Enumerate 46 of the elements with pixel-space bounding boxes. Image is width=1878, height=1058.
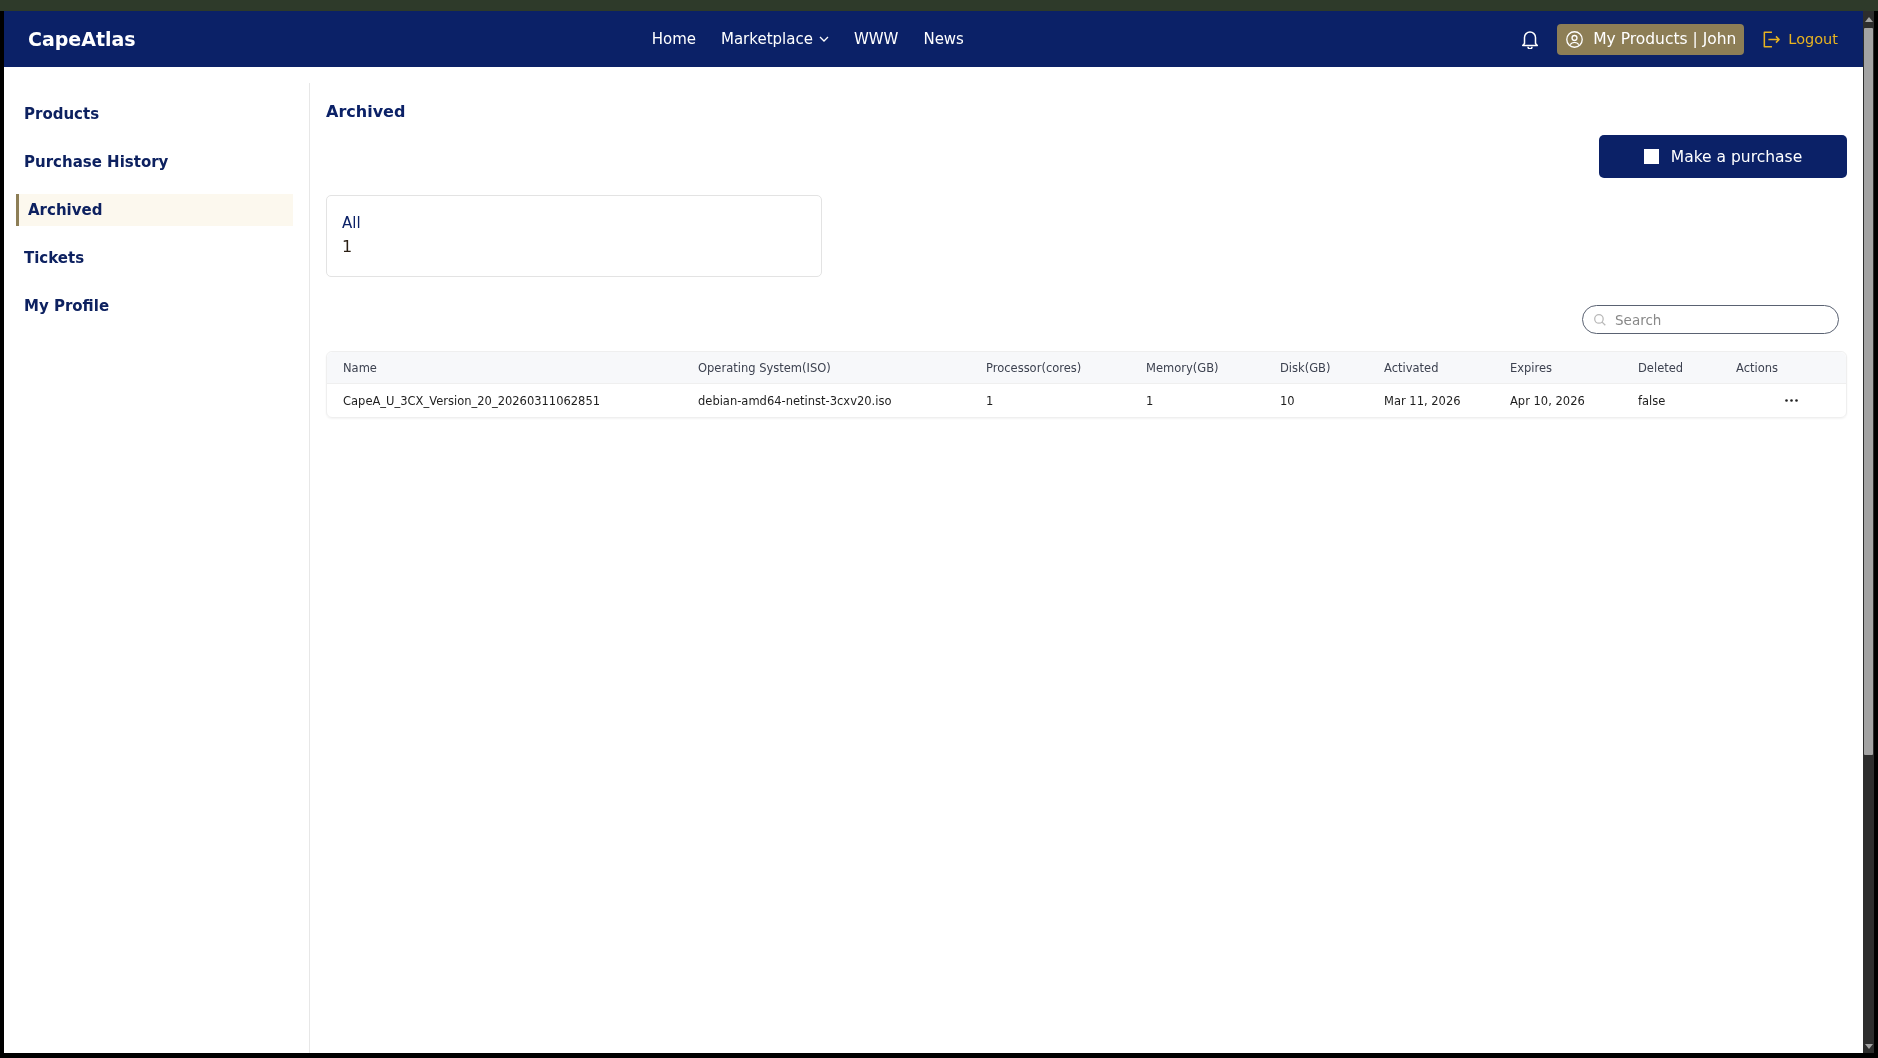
column-header: Disk(GB) bbox=[1280, 360, 1331, 375]
logout-link[interactable]: Logout bbox=[1763, 30, 1838, 48]
table-cell: CapeA_U_3CX_Version_20_20260311062851 bbox=[343, 393, 601, 408]
column-header: Actions bbox=[1736, 360, 1778, 375]
user-circle-icon bbox=[1566, 30, 1584, 48]
table-cell: false bbox=[1638, 393, 1666, 408]
table-cell: 1 bbox=[1146, 393, 1154, 408]
column-header: Processor(cores) bbox=[986, 360, 1082, 375]
sidebar-item[interactable]: Archived bbox=[16, 194, 293, 226]
bell-icon[interactable] bbox=[1522, 29, 1539, 49]
logo-text[interactable]: CapeAtlas bbox=[28, 28, 136, 50]
table-cell: debian-amd64-netinst-3cxv20.iso bbox=[698, 393, 892, 408]
nav-link[interactable]: Home bbox=[651, 30, 696, 48]
table-cell: 1 bbox=[986, 393, 994, 408]
card-label: All bbox=[342, 213, 361, 234]
sidebar-item[interactable]: Products bbox=[16, 98, 293, 130]
scrollbar[interactable] bbox=[1863, 11, 1874, 1053]
table-cell: Apr 10, 2026 bbox=[1510, 393, 1585, 408]
logout-icon bbox=[1763, 30, 1781, 48]
column-header: Deleted bbox=[1638, 360, 1684, 375]
column-header: Expires bbox=[1510, 360, 1553, 375]
table-cell: Mar 11, 2026 bbox=[1384, 393, 1461, 408]
scroll-thumb[interactable] bbox=[1864, 28, 1873, 755]
make-purchase-button[interactable]: Make a purchase bbox=[1599, 135, 1847, 178]
scroll-down-icon[interactable] bbox=[1864, 1044, 1873, 1049]
card-count: 1 bbox=[342, 236, 353, 258]
page-title: Archived bbox=[326, 102, 406, 122]
search-icon bbox=[1594, 314, 1606, 326]
nav-dropdown[interactable]: Marketplace bbox=[721, 30, 829, 48]
more-button[interactable] bbox=[1782, 396, 1800, 405]
column-header: Memory(GB) bbox=[1146, 360, 1219, 375]
nav-link[interactable]: WWW bbox=[853, 30, 899, 48]
column-header: Name bbox=[343, 360, 377, 375]
sidebar-item[interactable]: My Profile bbox=[16, 290, 293, 322]
account-button[interactable]: My Products | John bbox=[1557, 23, 1745, 55]
sidebar-item[interactable]: Tickets bbox=[16, 242, 293, 274]
scroll-up-icon[interactable] bbox=[1864, 17, 1873, 22]
column-header: Activated bbox=[1384, 360, 1439, 375]
column-header: Operating System(ISO) bbox=[698, 360, 831, 375]
chevron-down-icon bbox=[818, 36, 829, 42]
sidebar-item[interactable]: Purchase History bbox=[16, 146, 293, 178]
nav-link[interactable]: News bbox=[923, 30, 964, 48]
table-cell: 10 bbox=[1280, 393, 1295, 408]
square-icon bbox=[1643, 149, 1659, 164]
more-icon bbox=[1784, 399, 1798, 402]
search-field[interactable]: Search bbox=[1582, 305, 1839, 334]
